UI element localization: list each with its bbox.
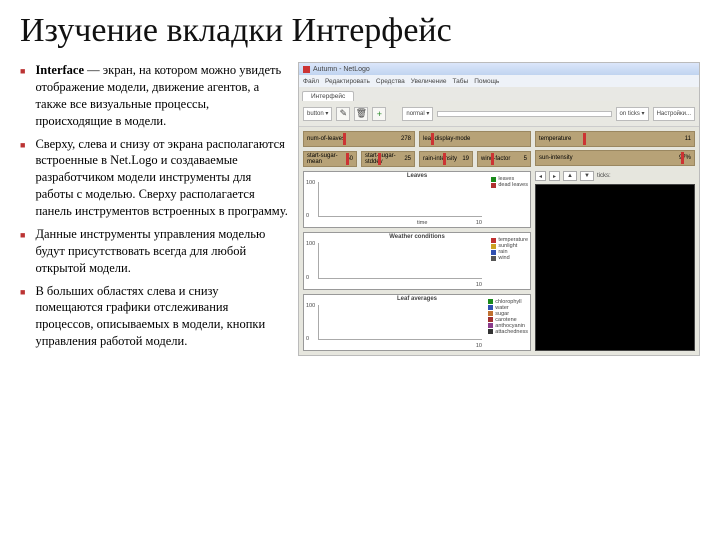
slider[interactable]: leaf-display-mode [419,131,531,147]
ticks-label: ticks: [597,173,611,179]
bullet-icon: ■ [20,229,25,277]
slider-knob-icon[interactable] [443,153,446,165]
menu-item[interactable]: Средства [376,78,405,85]
plot-title: Leaf averages [397,296,437,302]
plot-legend: leavesdead leaves [491,176,528,188]
menu-item[interactable]: Увеличение [411,78,447,85]
slider-label: rain-intensity [423,156,457,162]
tab-interface[interactable]: Интерфейс [302,91,354,101]
slider-value: 278 [401,136,411,142]
trash-icon[interactable]: 🗑 [354,107,368,121]
view-header: ◂ ▸ ▲ ▼ ticks: [535,170,695,182]
slider-knob-icon[interactable] [378,153,381,165]
plot-legend: temperaturesunlightrainwind [491,237,528,261]
tab-row: Интерфейс [299,87,699,101]
arrow-up-icon[interactable]: ▲ [563,171,577,181]
menu-bar[interactable]: Файл Редактировать Средства Увеличение Табы П… [299,75,699,87]
app-screenshot: Autumn - NetLogo Файл Редактировать Средст… [298,62,700,356]
menu-item[interactable]: Табы [453,78,469,85]
slider[interactable]: start-sugar-stddev25 [361,151,415,167]
slider-label: num-of-leaves [307,136,345,142]
model-view [535,184,695,351]
plot: Weather conditions100010temperaturesunli… [303,232,531,289]
add-icon[interactable]: + [372,107,386,121]
slider-knob-icon[interactable] [681,152,684,164]
speed-slider[interactable] [437,111,611,117]
bullet-list: ■Interface — экран, на котором можно уви… [20,62,288,356]
arrow-down-icon[interactable]: ▼ [580,171,594,181]
slider-label: temperature [539,136,571,142]
app-icon [303,66,310,73]
slider-label: wind-factor [481,156,510,162]
plot: Leaf averages100010chlorophyllwatersugar… [303,294,531,351]
slider-value: 11 [685,136,691,142]
bullet-icon: ■ [20,65,25,130]
settings-button[interactable]: Настройки... [653,107,695,121]
slider-knob-icon[interactable] [583,133,586,145]
slider-knob-icon[interactable] [491,153,494,165]
slider[interactable]: num-of-leaves 278 [303,131,415,147]
bullet-item: ■Сверху, слева и снизу от экрана распола… [20,136,288,220]
bullet-icon: ■ [20,139,25,220]
arrow-right-icon[interactable]: ▸ [549,171,560,181]
slider-knob-icon[interactable] [346,153,349,165]
slider[interactable]: start-sugar-mean50 [303,151,357,167]
window-titlebar: Autumn - NetLogo [299,63,699,75]
bullet-item: ■Interface — экран, на котором можно уви… [20,62,288,130]
menu-item[interactable]: Файл [303,78,319,85]
slider-knob-icon[interactable] [431,133,434,145]
edit-icon[interactable]: ✎ [336,107,350,121]
toolbar-kind-dropdown[interactable]: button ▾ [303,107,332,121]
view-updates-dropdown[interactable]: on ticks ▾ [616,107,649,121]
plot-legend: chlorophyllwatersugarcaroteneanthocyanin… [488,299,528,335]
menu-item[interactable]: Помощь [474,78,499,85]
bullet-item: ■Данные инструменты управления моделью б… [20,226,288,277]
toolbar: button ▾ ✎ 🗑 + normal ▾ on ticks ▾ Настр… [299,101,699,127]
slider-label: start-sugar-mean [307,153,346,165]
window-title: Autumn - NetLogo [313,66,370,73]
slider[interactable]: temperature 11 [535,131,695,147]
bullet-icon: ■ [20,286,25,351]
plot-title: Leaves [407,173,427,179]
plot: Leaves1000time10leavesdead leaves [303,171,531,228]
slider-label: sun-intensity [539,155,573,161]
slider[interactable]: wind-factor 5 [477,151,531,167]
menu-item[interactable]: Редактировать [325,78,370,85]
plot-title: Weather conditions [389,234,445,240]
slider-label: start-sugar-stddev [365,153,404,165]
speed-dropdown[interactable]: normal ▾ [402,107,433,121]
bullet-item: ■В больших областях слева и снизу помеща… [20,283,288,351]
slider[interactable]: rain-intensity 19 [419,151,473,167]
slider-value: 19 [462,156,469,162]
arrow-left-icon[interactable]: ◂ [535,171,546,181]
slide-title: Изучение вкладки Интерфейс [20,12,700,50]
slider-value: 5 [524,156,527,162]
slider[interactable]: sun-intensity97% [535,150,695,166]
slider-knob-icon[interactable] [343,133,346,145]
slider-value: 25 [404,156,411,162]
